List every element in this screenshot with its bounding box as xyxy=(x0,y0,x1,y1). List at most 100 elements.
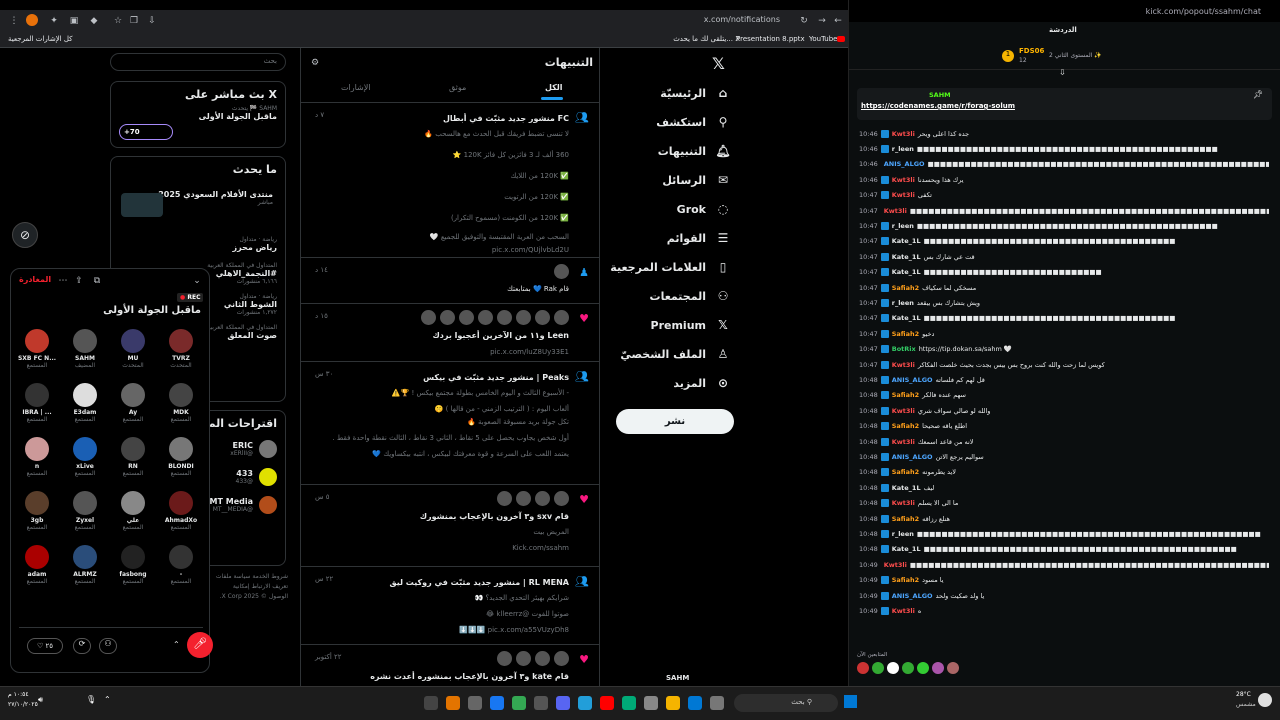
app-icon[interactable] xyxy=(710,696,724,710)
notification-item[interactable]: 👥︎ ٧ د FC منشور جديد مثبّت في أبطال لا ت… xyxy=(301,103,599,258)
chat-message[interactable]: 10:48 Kwt3li والله لو صالي سواف شري xyxy=(859,405,1269,416)
space-user[interactable]: RN المستمع xyxy=(113,437,153,477)
space-user[interactable]: xLive المستمع xyxy=(65,437,105,477)
chat-message[interactable]: 10:47 BotRix https://tip.dokan.sa/sahm 🤍 xyxy=(859,344,1269,355)
chat-message[interactable]: 10:46 r_leen ■■■■■■■■■■■■■■■■■■■■■■■■■■■■■… xyxy=(859,143,1269,154)
chat-username[interactable]: ANIS_ALGO xyxy=(892,376,933,384)
chat-username[interactable]: r_leen xyxy=(892,299,914,307)
space-user[interactable]: - المستمع xyxy=(161,545,201,585)
avatar[interactable] xyxy=(932,662,944,674)
reload-icon[interactable]: ↻ xyxy=(798,15,810,27)
chat-message[interactable]: 10:46 ANIS_ALGO ■■■■■■■■■■■■■■■■■■■■■■■■■■… xyxy=(859,159,1269,170)
chat-message[interactable]: 10:48 Safiah2 لايد يطرمونه xyxy=(859,467,1269,478)
notification-item[interactable]: 👥︎ ٣٠ س Peaks | منشور جديد مثبّت في بيكس… xyxy=(301,362,599,485)
space-user[interactable]: Ay المستمع xyxy=(113,383,153,423)
chat-username[interactable]: Safiah2 xyxy=(892,576,919,584)
clock-time[interactable]: ١٠:٥٤ م xyxy=(8,691,29,698)
chat-username[interactable]: ANIS_ALGO xyxy=(884,160,925,168)
avatar[interactable] xyxy=(554,491,569,506)
space-user[interactable]: 3gb المستمع xyxy=(17,491,57,531)
chat-username[interactable]: Safiah2 xyxy=(892,422,919,430)
app-icon[interactable] xyxy=(446,696,460,710)
telegram-icon[interactable] xyxy=(578,696,592,710)
nav-explore[interactable]: ⚲ استكشف xyxy=(656,109,730,135)
chat-message[interactable]: 10:49 Kwt3li ه xyxy=(859,605,1269,616)
chat-username[interactable]: Kwt3li xyxy=(892,438,915,446)
avatar[interactable] xyxy=(872,662,884,674)
copy-icon[interactable]: ❐ xyxy=(128,15,140,27)
chat-message[interactable]: 10:47 Kwt3li ■■■■■■■■■■■■■■■■■■■■■■■■■■■■■… xyxy=(859,205,1269,216)
url-text[interactable]: x.com/notifications xyxy=(690,15,780,24)
chat-username[interactable]: Kwt3li xyxy=(884,207,907,215)
chevron-icon[interactable]: ⇩ xyxy=(1059,68,1066,77)
avatar[interactable] xyxy=(478,310,493,325)
avatar[interactable] xyxy=(902,662,914,674)
space-user[interactable]: n المستمع xyxy=(17,437,57,477)
space-user[interactable]: MU المتحدث xyxy=(113,329,153,369)
mic-icon[interactable]: 🎙︎ xyxy=(86,695,96,704)
chat-username[interactable]: Kate_1L xyxy=(892,545,921,553)
shield-icon[interactable]: ◆ xyxy=(88,15,100,27)
chat-message[interactable]: 10:47 Kwt3li تكفى xyxy=(859,190,1269,201)
space-user[interactable]: SXB FC N... المستمع xyxy=(17,329,57,369)
nav-premium[interactable]: 𝕏 Premium xyxy=(651,312,730,338)
puzzle-icon[interactable]: ▣ xyxy=(68,15,80,27)
chat-username[interactable]: Kwt3li xyxy=(884,561,907,569)
chrome-icon[interactable] xyxy=(512,696,526,710)
bookmark-x[interactable]: يتلقى لك ما يحدث... X xyxy=(660,35,740,43)
chat-username[interactable]: Kwt3li xyxy=(892,176,915,184)
chat-message[interactable]: 10:48 ANIS_ALGO سواليم يرجع الاتن xyxy=(859,451,1269,462)
nav-messages[interactable]: ✉ الرسائل xyxy=(662,167,730,193)
chat-username[interactable]: ANIS_ALGO xyxy=(892,592,933,600)
chat-message[interactable]: 10:47 Kate_1L ■■■■■■■■■■■■■■■■■■■■■■■■■■■■… xyxy=(859,236,1269,247)
nav-more[interactable]: ⊙ المزيد xyxy=(673,370,730,396)
app-icon[interactable] xyxy=(424,696,438,710)
notification-item[interactable]: ♥ ٢٢ أكتوبر قام kate و٣ آخرون بالإعجاب ب… xyxy=(301,645,599,686)
folder-icon[interactable] xyxy=(666,696,680,710)
download-icon[interactable]: ⇩ xyxy=(146,15,158,27)
live-listeners[interactable]: +70 xyxy=(119,124,173,140)
chat-username[interactable]: r_leen xyxy=(892,530,914,538)
avatar[interactable] xyxy=(554,264,569,279)
avatar[interactable] xyxy=(440,310,455,325)
space-user[interactable]: MDK المستمع xyxy=(161,383,201,423)
bookmark-all[interactable]: كل الإشارات المرجعية xyxy=(8,35,73,43)
space-user[interactable]: TVRZ المتحدث xyxy=(161,329,201,369)
footer-link[interactable]: شروط الخدمة xyxy=(252,573,288,580)
nav-lists[interactable]: ☰ القوائم xyxy=(667,225,730,251)
nav-bookmarks[interactable]: ▯ العلامات المرجعية xyxy=(610,254,730,280)
chat-message[interactable]: 10:47 Kate_1L قت عي شارك بس xyxy=(859,251,1269,262)
pinned-link[interactable]: https://codenames.game/r/forag-solum xyxy=(861,102,1015,110)
avatar[interactable] xyxy=(947,662,959,674)
more-icon[interactable]: ⋯ xyxy=(57,275,69,287)
space-user[interactable]: IBRA | ... المستمع xyxy=(17,383,57,423)
chat-message[interactable]: 10:48 Kate_1L ليف xyxy=(859,482,1269,493)
tab-mentions[interactable]: الإشارات xyxy=(341,83,371,92)
youtube-icon[interactable] xyxy=(600,696,614,710)
x-logo-icon[interactable]: 𝕏 xyxy=(712,54,725,73)
store-icon[interactable] xyxy=(644,696,658,710)
people-icon[interactable]: ⚇ xyxy=(99,638,117,654)
nav-grok[interactable]: ◌ Grok xyxy=(677,196,730,222)
space-user[interactable]: SAHM المضيف xyxy=(65,329,105,369)
chat-message[interactable]: 10:47 Kate_1L ■■■■■■■■■■■■■■■■■■■■■■■■■■■■… xyxy=(859,267,1269,278)
nav-notifications[interactable]: 🔔︎ التنبيهات xyxy=(658,138,731,164)
chat-username[interactable]: Kwt3li xyxy=(892,407,915,415)
chat-username[interactable]: Safiah2 xyxy=(892,468,919,476)
chat-message[interactable]: 10:48 Kate_1L ■■■■■■■■■■■■■■■■■■■■■■■■■■■■… xyxy=(859,544,1269,555)
menu-dots-icon[interactable]: ⋮ xyxy=(8,15,20,27)
settings-icon[interactable]: ⚙ xyxy=(309,57,321,69)
nav-home[interactable]: ⌂ الرئيسيّة xyxy=(660,80,730,106)
chat-message[interactable]: 10:48 Safiah2 اطلع ياقه صحيحا xyxy=(859,421,1269,432)
space-user[interactable]: fasbong المستمع xyxy=(113,545,153,585)
notification-item[interactable]: ♥ ١٥ د Leen و١١ من الآخرين أعجبوا بردك p… xyxy=(301,304,599,362)
avatar[interactable] xyxy=(516,491,531,506)
chat-message[interactable]: 10:47 Safiah2 مسخكي لما سكياف xyxy=(859,282,1269,293)
space-user[interactable]: ALRMZ المستمع xyxy=(65,545,105,585)
edge-icon[interactable] xyxy=(622,696,636,710)
bookmark-presentation[interactable]: Presentation 8.pptx xyxy=(736,35,805,43)
chat-message[interactable]: 10:48 Safiah2 هنلع رزاقه xyxy=(859,513,1269,524)
chat-message[interactable]: 10:46 Kwt3li جده كذا اعلى ويحر xyxy=(859,128,1269,139)
forward-icon[interactable]: → xyxy=(816,15,828,27)
repost-icon[interactable]: ⟳ xyxy=(73,638,91,654)
